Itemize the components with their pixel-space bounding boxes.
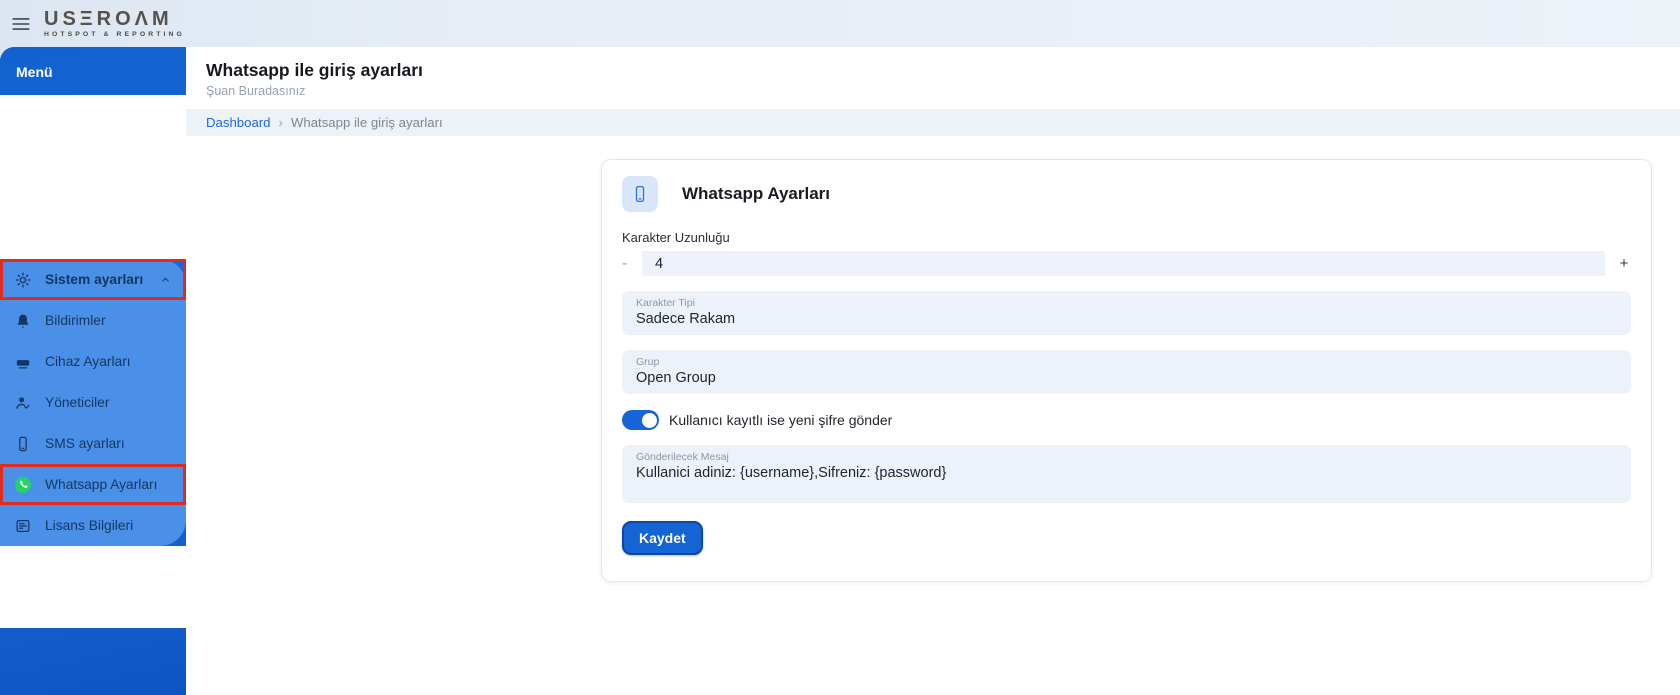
- page-header: Whatsapp ile giriş ayarları Şuan Buradas…: [186, 47, 1680, 98]
- network-icon: [80, 587, 98, 605]
- sidebar-item-raporlar-ve-uyarilar[interactable]: Raporlar ve Uyarılar: [0, 546, 186, 587]
- increment-button[interactable]: +: [1617, 256, 1631, 271]
- gear-icon: [14, 271, 32, 289]
- sidebar-item-sms-ayarlari[interactable]: SMS ayarları: [0, 423, 186, 464]
- sidebar-item-label: Hesap Ayarları: [50, 605, 140, 613]
- chevron-down-icon: [86, 572, 101, 587]
- whatsapp-settings-card: Whatsapp Ayarları Karakter Uzunluğu - 4 …: [601, 159, 1652, 582]
- breadcrumb: Dashboard › Whatsapp ile giriş ayarları: [186, 109, 1680, 136]
- sidebar-item-sistem-ayarlari[interactable]: Sistem ayarları: [0, 259, 186, 300]
- sidebar-item-label: Raporlar ve Uyarılar: [33, 564, 156, 572]
- chevron-down-icon: [86, 203, 101, 218]
- whatsapp-icon: [14, 476, 32, 494]
- sidebar-item-kullanici-listeleri[interactable]: Kullanıcı Listeleri: [0, 136, 186, 177]
- message-value: Kullanici adiniz: {username},Sifreniz: {…: [636, 465, 1617, 481]
- sidebar-item-kullanici-yonetimi[interactable]: Kullanıcı Yönetimi: [0, 177, 186, 218]
- char-type-label: Karakter Tipi: [636, 297, 1617, 309]
- sidebar-item-hesap-ayarlari[interactable]: Hesap Ayarları: [0, 587, 186, 628]
- save-button[interactable]: Kaydet: [622, 521, 703, 555]
- sidebar-item-label: Dashboard: [61, 113, 129, 136]
- group-label: Grup: [636, 356, 1617, 368]
- page-title: Whatsapp ile giriş ayarları: [206, 60, 1680, 81]
- char-length-label: Karakter Uzunluğu: [622, 230, 1631, 245]
- sidebar-item-label: Cihaz Ayarları: [45, 354, 176, 369]
- sidebar-item-cihaz-ayarlari[interactable]: Cihaz Ayarları: [0, 341, 186, 382]
- sidebar-item-lisans-bilgileri[interactable]: Lisans Bilgileri: [0, 505, 186, 546]
- gear-icon: [80, 177, 98, 195]
- sidebar-item-label: Lisans Bilgileri: [45, 518, 176, 533]
- sidebar-item-bildirimler[interactable]: Bildirimler: [0, 300, 186, 341]
- main-content: Whatsapp ile giriş ayarları Şuan Buradas…: [186, 47, 1680, 695]
- sidebar-item-label: Yöneticiler: [45, 395, 176, 410]
- sidebar-item-label: Karşılama Portalı: [42, 236, 148, 244]
- chevron-up-icon: [158, 272, 173, 287]
- sidebar-menu-label: Menü: [0, 47, 186, 89]
- app-logo: USΞROΛM HOTSPOT & REPORTING: [44, 9, 185, 38]
- resend-password-row: Kullanıcı kayıtlı ise yeni şifre gönder: [622, 410, 1631, 430]
- char-length-stepper: - 4 +: [622, 251, 1631, 276]
- resend-password-label: Kullanıcı kayıtlı ise yeni şifre gönder: [669, 412, 892, 428]
- sidebar-item-label: Kullanıcı Listeleri: [43, 154, 147, 162]
- sidebar-item-label: SMS ayarları: [45, 436, 176, 451]
- breadcrumb-dashboard-link[interactable]: Dashboard: [206, 115, 271, 130]
- sidebar-item-label: Kullanıcı Yönetimi: [40, 195, 150, 203]
- home-icon: [80, 95, 98, 113]
- char-type-value: Sadece Rakam: [636, 311, 1617, 327]
- chevron-down-icon: [86, 244, 101, 259]
- sidebar-item-karsilama-portali[interactable]: Karşılama Portalı: [0, 218, 186, 259]
- card-title: Whatsapp Ayarları: [682, 184, 830, 204]
- char-length-input[interactable]: 4: [642, 251, 1605, 276]
- sidebar-nav: Dashboard Kullanıcı Listeleri Kullanıcı Yö…: [0, 95, 186, 628]
- logo-title: USΞROΛM: [44, 9, 185, 29]
- toggle-knob: [642, 413, 657, 428]
- message-label: Gönderilecek Mesaj: [636, 451, 1617, 463]
- device-icon: [14, 353, 32, 371]
- resend-password-toggle[interactable]: [622, 410, 659, 430]
- page-subtitle: Şuan Buradasınız: [206, 84, 1680, 98]
- char-type-select[interactable]: Karakter Tipi Sadece Rakam: [622, 291, 1631, 335]
- group-select[interactable]: Grup Open Group: [622, 350, 1631, 394]
- breadcrumb-current: Whatsapp ile giriş ayarları: [291, 115, 443, 130]
- license-icon: [14, 517, 32, 535]
- group-value: Open Group: [636, 370, 1617, 386]
- chart-icon: [80, 546, 98, 564]
- message-textarea[interactable]: Gönderilecek Mesaj Kullanici adiniz: {us…: [622, 445, 1631, 503]
- card-header: Whatsapp Ayarları: [622, 176, 1631, 212]
- char-length-group: Karakter Uzunluğu - 4 +: [622, 230, 1631, 276]
- phone-icon: [14, 435, 32, 453]
- content-area: Whatsapp Ayarları Karakter Uzunluğu - 4 …: [186, 136, 1680, 695]
- hamburger-icon[interactable]: [10, 13, 32, 35]
- sistem-ayarlari-group: Sistem ayarları Bildirimler Cihaz Ayarları…: [0, 259, 186, 546]
- topbar: USΞROΛM HOTSPOT & REPORTING: [0, 0, 1680, 47]
- sidebar-item-whatsapp-ayarlari[interactable]: Whatsapp Ayarları: [0, 464, 186, 505]
- sidebar-item-dashboard[interactable]: Dashboard: [0, 95, 186, 136]
- logo-subtitle: HOTSPOT & REPORTING: [44, 31, 185, 38]
- sidebar: Menü Dashboard Kullanıcı Listeleri Kullanı…: [0, 47, 186, 695]
- smartphone-icon: [622, 176, 658, 212]
- globe-icon: [80, 218, 98, 236]
- breadcrumb-separator: ›: [279, 115, 283, 130]
- chevron-down-icon: [86, 613, 101, 628]
- admin-user-icon: [14, 394, 32, 412]
- bell-icon: [14, 312, 32, 330]
- sidebar-item-label: Whatsapp Ayarları: [45, 477, 176, 492]
- sidebar-item-yoneticiler[interactable]: Yöneticiler: [0, 382, 186, 423]
- users-icon: [80, 136, 98, 154]
- sidebar-item-label: Sistem ayarları: [45, 272, 158, 287]
- decrement-button[interactable]: -: [622, 256, 642, 271]
- chevron-down-icon: [86, 162, 101, 177]
- sidebar-item-label: Bildirimler: [45, 313, 176, 328]
